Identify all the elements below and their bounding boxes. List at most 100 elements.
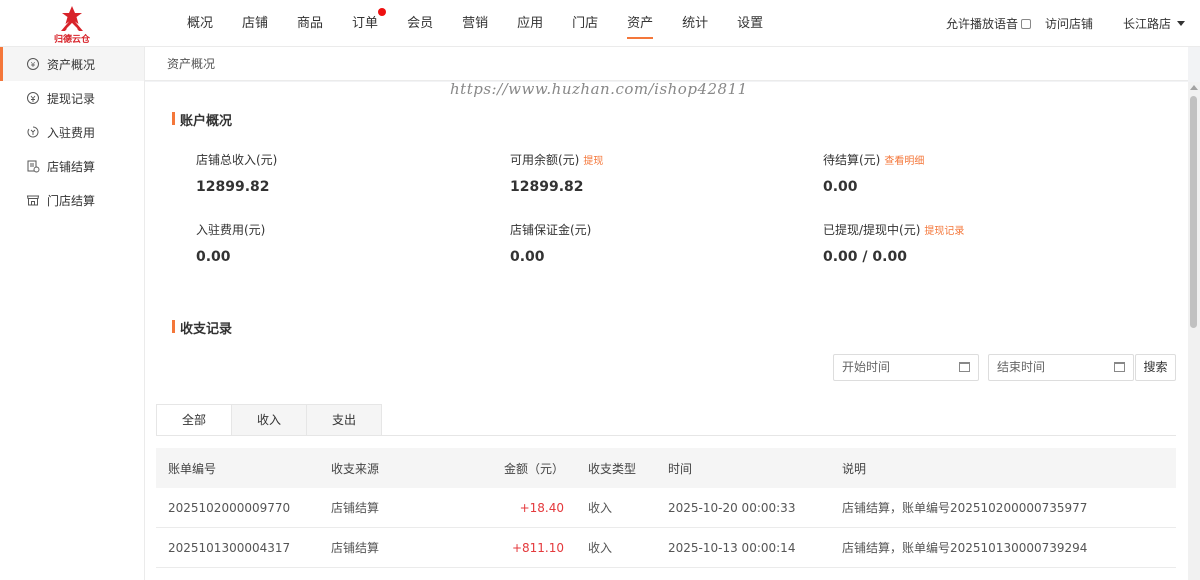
nav-item-members[interactable]: 会员 [395, 0, 445, 47]
withdraw-icon [27, 92, 39, 104]
store-switcher[interactable]: 长江路店 [1123, 15, 1185, 32]
tab-divider [156, 435, 1176, 436]
stat-label-text: 可用余额(元) [510, 153, 580, 167]
scroll-thumb[interactable] [1190, 96, 1197, 328]
nav-item-apps[interactable]: 应用 [505, 0, 555, 47]
table-row: 2025102000009770 店铺结算 +18.40 收入 2025-10-… [156, 488, 1176, 528]
stat-label-text: 店铺保证金(元) [510, 223, 592, 237]
stat-total-income: 店铺总收入(元) 12899.82 [196, 152, 496, 195]
stat-available-balance: 可用余额(元) 提现 12899.82 [510, 152, 810, 195]
tab-income[interactable]: 收入 [231, 404, 307, 436]
breadcrumb-current: 资产概况 [167, 57, 216, 71]
stat-pending-settlement: 待结算(元) 查看明细 0.00 [823, 152, 1123, 195]
nav-item-stores[interactable]: 门店 [560, 0, 610, 47]
stat-label: 可用余额(元) 提现 [510, 152, 810, 168]
stat-label: 已提现/提现中(元) 提现记录 [823, 222, 1123, 238]
stat-label: 店铺总收入(元) [196, 152, 496, 168]
stat-label-text: 入驻费用(元) [196, 223, 266, 237]
store-icon [26, 195, 40, 206]
top-bar: 归德云仓 概况 店铺 商品 订单 会员 营销 应用 门店 资产 统计 设置 允许… [0, 0, 1200, 47]
search-button[interactable]: 搜索 [1135, 354, 1176, 381]
nav-item-assets[interactable]: 资产 [615, 0, 665, 47]
sidebar-item-label: 门店结算 [47, 193, 96, 208]
tab-all[interactable]: 全部 [156, 404, 232, 436]
record-type: 收入 [588, 541, 613, 555]
voice-checkbox[interactable] [1020, 18, 1031, 29]
stat-label: 店铺保证金(元) [510, 222, 810, 238]
sidebar-item-withdraw-records[interactable]: 提现记录 [0, 81, 144, 115]
tab-expense[interactable]: 支出 [306, 404, 382, 436]
records-table: 账单编号 收支来源 金额（元） 收支类型 时间 说明 2025102000009… [156, 448, 1176, 568]
nav-label: 设置 [737, 16, 764, 31]
sidebar-item-entry-fees[interactable]: 入驻费用 [0, 115, 144, 149]
visit-store-label: 访问店铺 [1044, 17, 1093, 31]
nav-item-goods[interactable]: 商品 [285, 0, 335, 47]
stat-withdrawn: 已提现/提现中(元) 提现记录 0.00 / 0.00 [823, 222, 1123, 265]
stat-value: 12899.82 [510, 179, 584, 195]
sidebar-item-label: 店铺结算 [47, 159, 96, 174]
calendar-icon [1114, 362, 1125, 372]
record-source: 店铺结算 [331, 501, 380, 515]
sidebar-item-asset-overview[interactable]: ¥ 资产概况 [0, 47, 144, 81]
withdraw-link[interactable]: 提现 [583, 156, 603, 167]
nav-item-settings[interactable]: 设置 [725, 0, 775, 47]
stat-value: 0.00 / 0.00 [823, 249, 907, 265]
table-header: 账单编号 收支来源 金额（元） 收支类型 时间 说明 [156, 448, 1176, 488]
nav-item-orders[interactable]: 订单 [340, 0, 390, 47]
record-description: 店铺结算，账单编号202510200000735977 [842, 501, 1088, 515]
stat-deposit: 店铺保证金(元) 0.00 [510, 222, 810, 265]
column-header: 收支来源 [331, 461, 380, 476]
stat-value: 0.00 [823, 179, 858, 195]
brand-logo[interactable]: 归德云仓 [44, 4, 100, 45]
fee-icon [27, 126, 39, 138]
stat-value: 0.00 [196, 249, 231, 265]
end-date-placeholder: 结束时间 [997, 360, 1046, 374]
visit-store-link[interactable]: 访问店铺 [1045, 15, 1093, 32]
view-details-link[interactable]: 查看明细 [884, 156, 924, 167]
nav-label: 商品 [297, 16, 324, 31]
record-type: 收入 [588, 501, 613, 515]
record-time: 2025-10-20 00:00:33 [668, 500, 796, 515]
record-tabs: 全部 收入 支出 [156, 404, 382, 436]
scroll-up-arrow-icon[interactable] [1190, 85, 1198, 90]
stat-label-text: 店铺总收入(元) [196, 153, 278, 167]
yen-circle-icon: ¥ [27, 58, 39, 70]
account-overview-title: 账户概况 [172, 110, 232, 129]
start-date-input[interactable]: 开始时间 [833, 354, 979, 381]
sidebar-item-shop-settlement[interactable]: 店铺结算 [0, 149, 144, 183]
column-header: 收支类型 [588, 461, 637, 476]
nav-item-marketing[interactable]: 营销 [450, 0, 500, 47]
withdraw-records-link[interactable]: 提现记录 [924, 226, 964, 237]
logo-icon [61, 6, 83, 31]
main-content: 账户概况 店铺总收入(元) 12899.82 可用余额(元) 提现 12899.8… [145, 82, 1188, 580]
nav-item-stats[interactable]: 统计 [670, 0, 720, 47]
nav-label: 会员 [407, 16, 434, 31]
sidebar-item-store-settlement[interactable]: 门店结算 [0, 183, 144, 217]
column-header: 时间 [668, 461, 693, 476]
record-amount: +811.10 [511, 540, 564, 555]
stat-label: 待结算(元) 查看明细 [823, 152, 1123, 168]
record-description: 店铺结算，账单编号202510130000739294 [842, 541, 1088, 555]
table-row: 2025101300004317 店铺结算 +811.10 收入 2025-10… [156, 528, 1176, 568]
stat-entry-fee: 入驻费用(元) 0.00 [196, 222, 496, 265]
breadcrumb: 资产概况 [145, 47, 1188, 81]
nav-item-shop[interactable]: 店铺 [230, 0, 280, 47]
stat-label-text: 已提现/提现中(元) [823, 223, 921, 237]
logo-text: 归德云仓 [53, 35, 90, 45]
record-source: 店铺结算 [331, 541, 380, 555]
end-date-input[interactable]: 结束时间 [988, 354, 1134, 381]
watermark-text: https://www.huzhan.com/ishop42811 [450, 80, 748, 98]
vertical-scrollbar[interactable] [1188, 82, 1200, 580]
start-date-placeholder: 开始时间 [842, 360, 891, 374]
nav-label: 门店 [572, 16, 599, 31]
nav-item-overview[interactable]: 概况 [175, 0, 225, 47]
voice-label: 允许播放语音 [945, 17, 1018, 31]
sidebar-item-label: 提现记录 [47, 91, 96, 106]
stat-label: 入驻费用(元) [196, 222, 496, 238]
voice-toggle[interactable]: 允许播放语音 [946, 15, 1031, 32]
record-time: 2025-10-13 00:00:14 [668, 540, 796, 555]
sidebar-item-label: 资产概况 [47, 57, 96, 72]
nav-label: 店铺 [242, 16, 269, 31]
nav-label: 统计 [682, 16, 709, 31]
column-header: 金额（元） [503, 461, 564, 476]
